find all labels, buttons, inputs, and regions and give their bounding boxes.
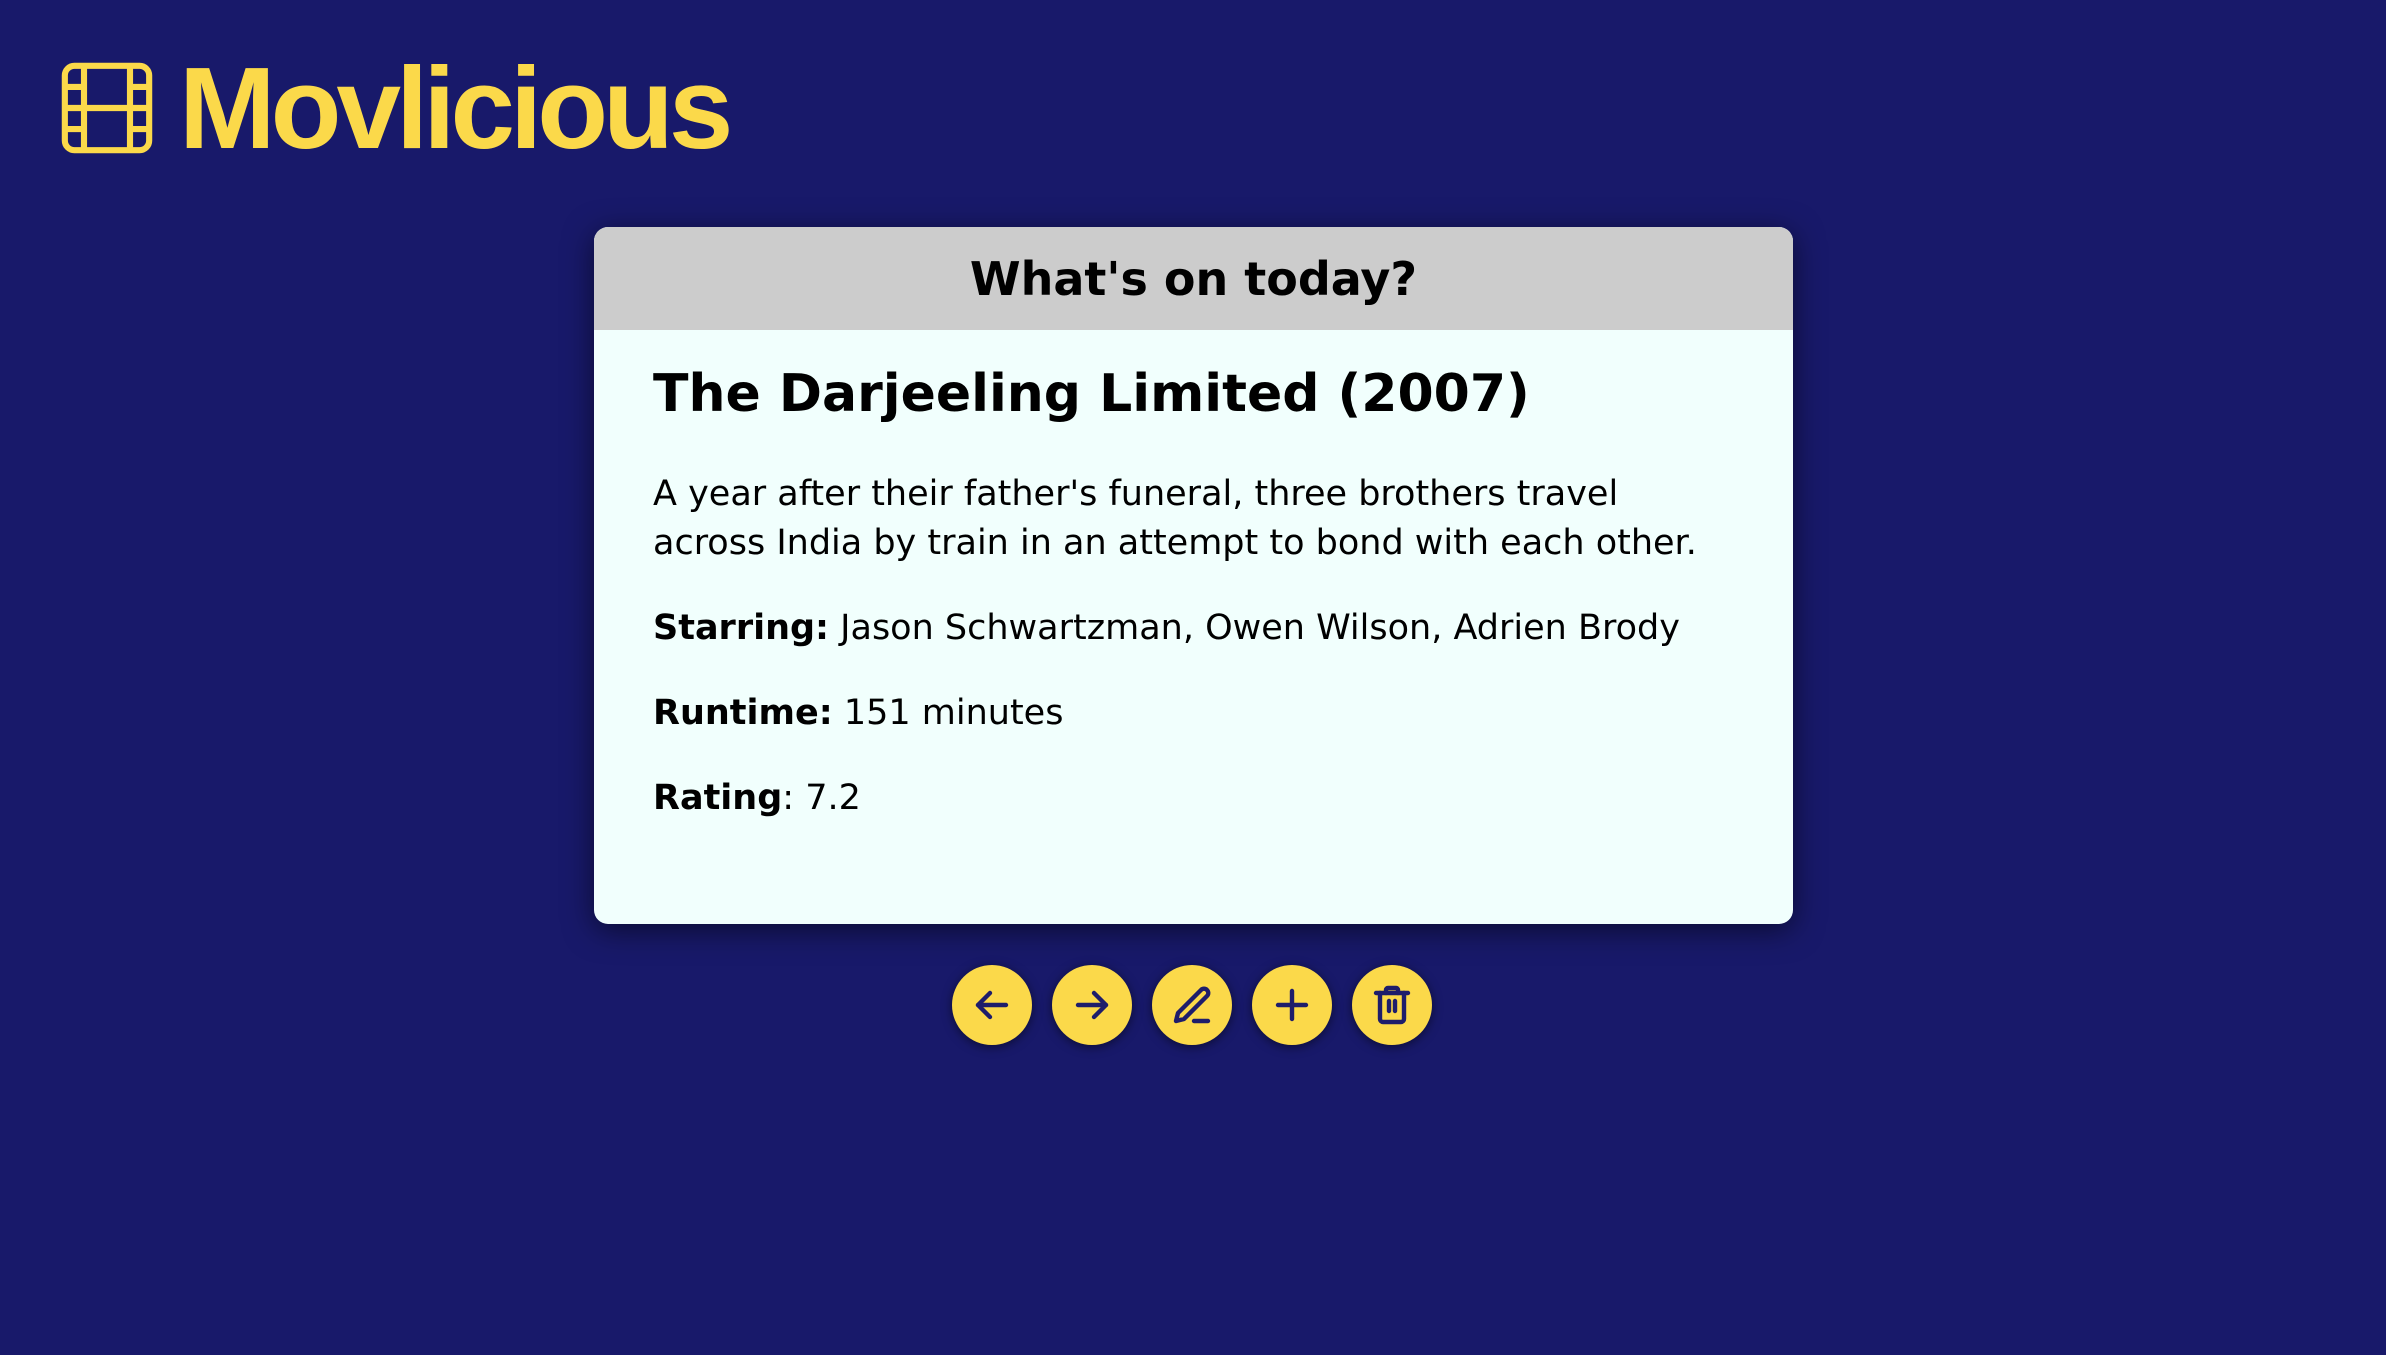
movie-card: What's on today? The Darjeeling Limited … [594, 227, 1793, 924]
card-header: What's on today? [594, 227, 1793, 330]
starring-row: Starring: Jason Schwartzman, Owen Wilson… [653, 604, 1734, 653]
add-button[interactable] [1252, 965, 1332, 1045]
card-body: The Darjeeling Limited (2007) A year aft… [594, 330, 1793, 893]
movie-description: A year after their father's funeral, thr… [653, 474, 1697, 563]
rating-row: Rating: 7.2 [653, 774, 1734, 823]
movie-title: The Darjeeling Limited (2007) [653, 364, 1530, 424]
edit-button[interactable] [1152, 965, 1232, 1045]
starring-label: Starring: [653, 608, 830, 648]
next-button[interactable] [1052, 965, 1132, 1045]
logo[interactable]: Movlicious [61, 43, 733, 173]
arrow-left-icon [975, 990, 1009, 1020]
runtime-label: Runtime: [653, 693, 833, 733]
action-buttons [952, 965, 1432, 1045]
plus-icon [1275, 988, 1309, 1022]
runtime-value: 151 minutes [832, 693, 1064, 733]
arrow-right-icon [1075, 990, 1109, 1020]
previous-button[interactable] [952, 965, 1032, 1045]
rating-value: : 7.2 [782, 778, 861, 818]
trash-icon [1373, 985, 1411, 1025]
runtime-row: Runtime: 151 minutes [653, 689, 1734, 738]
app-name: Movlicious [179, 43, 733, 173]
pencil-icon [1173, 986, 1211, 1024]
rating-label: Rating [653, 778, 783, 818]
starring-value: Jason Schwartzman, Owen Wilson, Adrien B… [829, 608, 1680, 648]
delete-button[interactable] [1352, 965, 1432, 1045]
film-icon [61, 62, 153, 154]
